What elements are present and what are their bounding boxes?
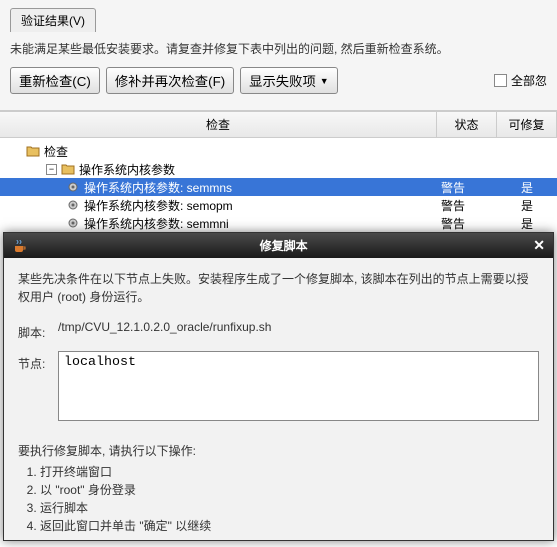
collapse-icon[interactable]: − [46, 164, 57, 175]
fix-script-dialog: 修复脚本 ✕ 某些先决条件在以下节点上失败。安装程序生成了一个修复脚本, 该脚本… [3, 232, 554, 541]
instruction-step: 返回此窗口并单击 "确定" 以继续 [40, 517, 539, 534]
java-icon [12, 238, 28, 254]
tab-validation-results[interactable]: 验证结果(V) [10, 8, 96, 32]
fixable-cell: 是 [497, 179, 557, 196]
checkbox-icon [494, 74, 507, 87]
gear-icon [66, 199, 80, 211]
fixable-cell: 是 [497, 197, 557, 214]
tree-item-label: 操作系统内核参数: semopm [84, 197, 437, 214]
tree-item[interactable]: 操作系统内核参数: semopm 警告 是 [0, 196, 557, 214]
tree-item-label: 操作系统内核参数: semmni [84, 215, 437, 232]
instructions-header: 要执行修复脚本, 请执行以下操作: [18, 442, 539, 459]
show-failed-dropdown[interactable]: 显示失败项 ▼ [240, 67, 338, 94]
chevron-down-icon: ▼ [320, 76, 329, 86]
tree-item[interactable]: 操作系统内核参数: semmns 警告 是 [0, 178, 557, 196]
node-list-textarea[interactable] [58, 351, 539, 421]
fixable-cell: 是 [497, 215, 557, 232]
show-failed-label: 显示失败项 [249, 71, 316, 90]
recheck-button[interactable]: 重新检查(C) [10, 67, 100, 94]
status-cell: 警告 [437, 197, 497, 214]
tree-item-label: 操作系统内核参数: semmns [84, 179, 437, 196]
tree-item[interactable]: 操作系统内核参数: semmni 警告 是 [0, 214, 557, 232]
tree-group-label: 操作系统内核参数 [79, 161, 437, 178]
folder-icon [26, 145, 40, 157]
dialog-title: 修复脚本 [34, 237, 533, 254]
instruction-step: 以 "root" 身份登录 [40, 481, 539, 498]
col-header-fixable: 可修复 [497, 112, 557, 137]
close-icon[interactable]: ✕ [533, 237, 545, 254]
gear-icon [66, 181, 80, 193]
col-header-status: 状态 [437, 112, 497, 137]
fix-recheck-button[interactable]: 修补并再次检查(F) [106, 67, 234, 94]
status-cell: 警告 [437, 215, 497, 232]
script-path: /tmp/CVU_12.1.0.2.0_oracle/runfixup.sh [58, 320, 539, 334]
status-cell: 警告 [437, 179, 497, 196]
ignore-all-checkbox[interactable]: 全部忽 [494, 72, 547, 89]
tree-root-label: 检查 [44, 143, 437, 160]
instruction-step: 打开终端窗口 [40, 463, 539, 480]
instruction-step: 运行脚本 [40, 499, 539, 516]
tree-root[interactable]: 检查 [0, 142, 557, 160]
tree-group[interactable]: − 操作系统内核参数 [0, 160, 557, 178]
instruction-text: 未能满足某些最低安装要求。请复查并修复下表中列出的问题, 然后重新检查系统。 [10, 40, 547, 57]
dialog-message: 某些先决条件在以下节点上失败。安装程序生成了一个修复脚本, 该脚本在列出的节点上… [18, 270, 539, 306]
col-header-check: 检查 [0, 112, 437, 137]
node-label: 节点: [18, 351, 58, 372]
ignore-all-label: 全部忽 [511, 72, 547, 89]
folder-icon [61, 163, 75, 175]
gear-icon [66, 217, 80, 229]
script-label: 脚本: [18, 320, 58, 341]
